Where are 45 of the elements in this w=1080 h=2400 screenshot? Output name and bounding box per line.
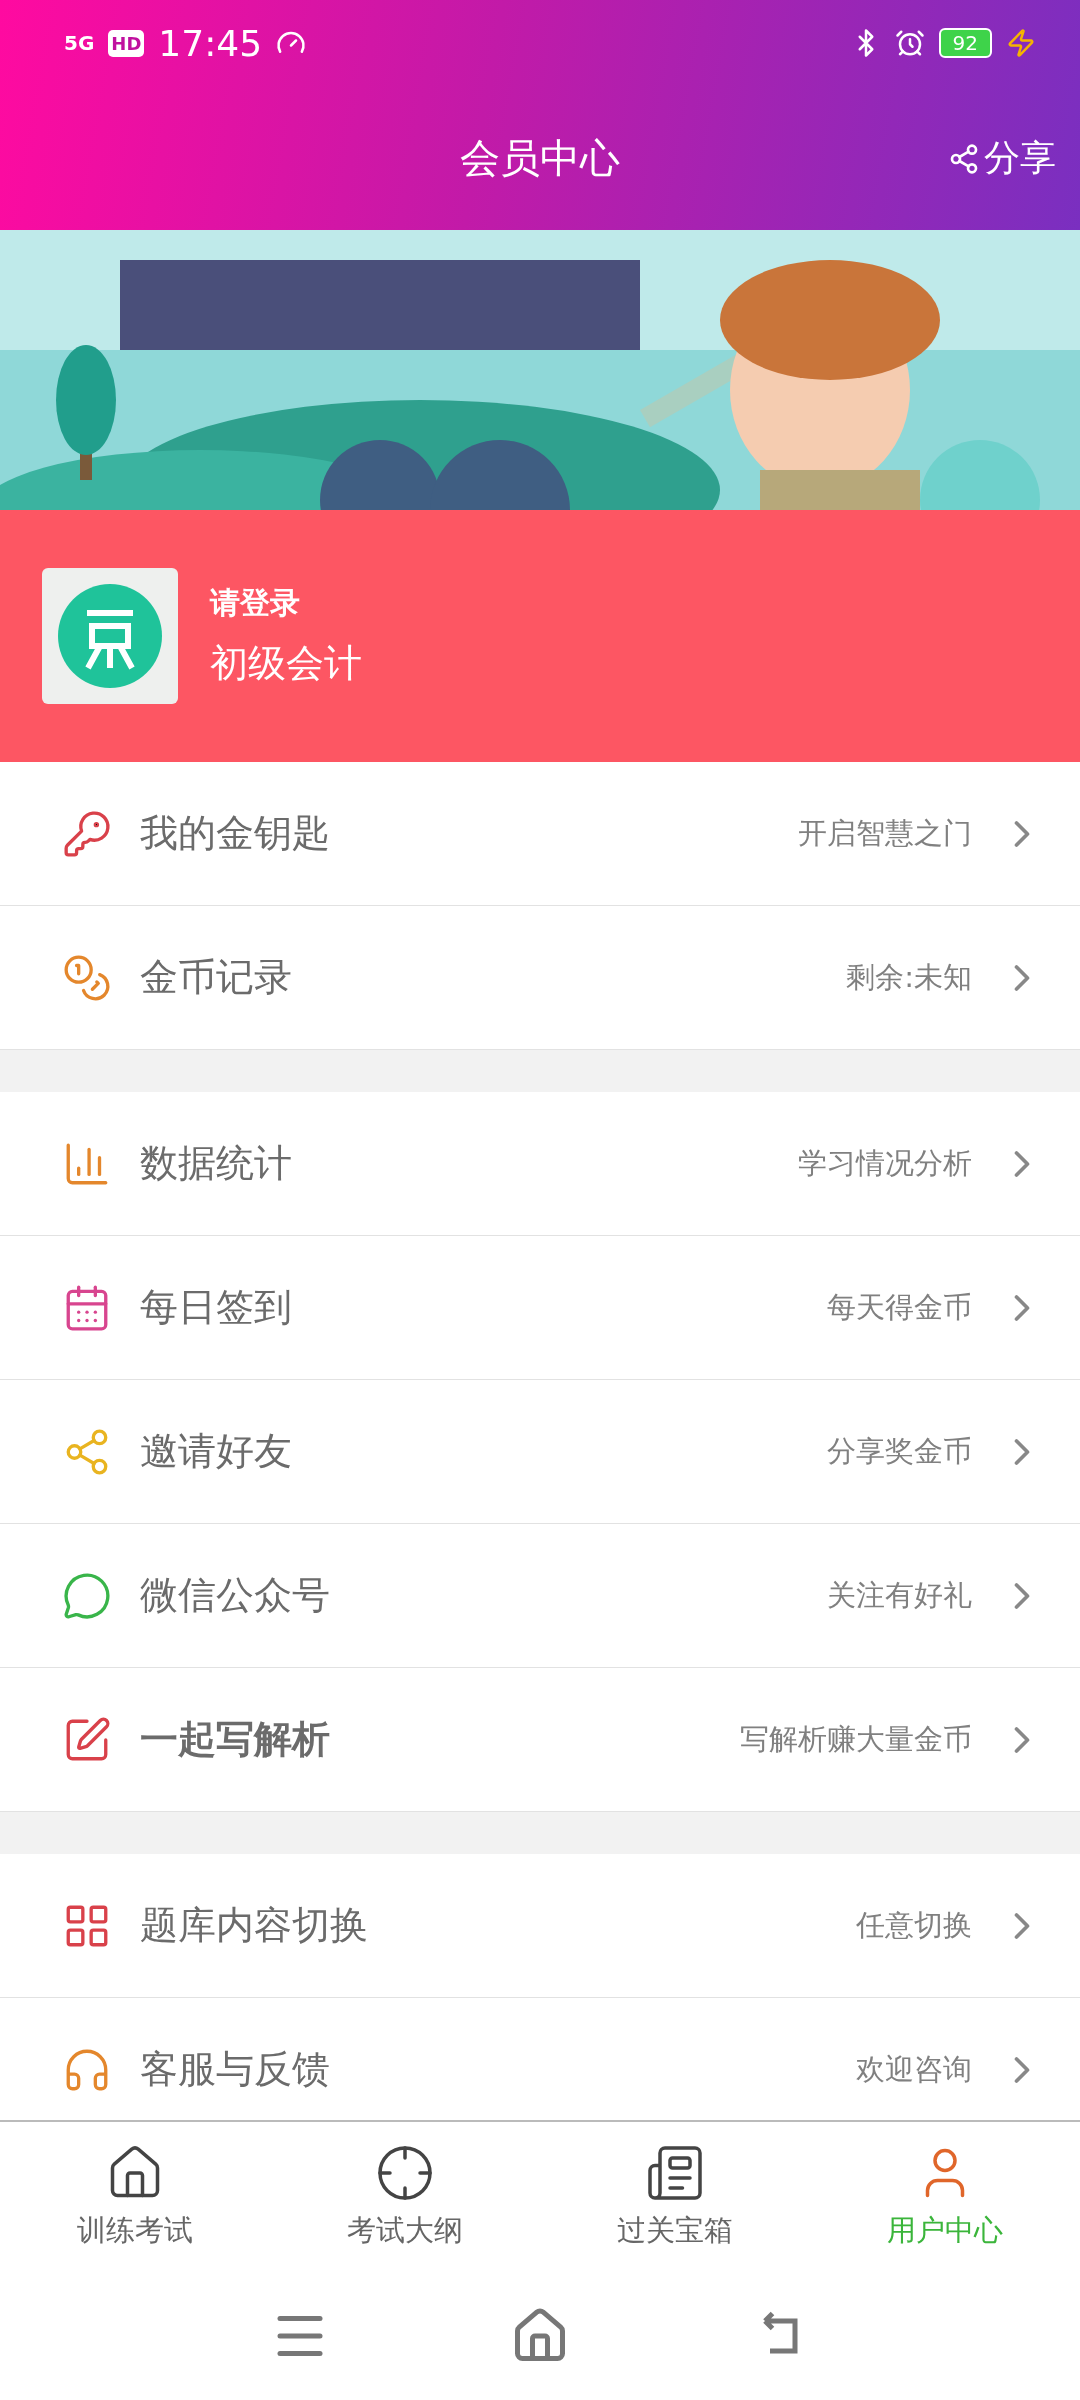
row-icon: [62, 1570, 112, 1621]
nav-tab[interactable]: 考试大纲: [270, 2122, 540, 2272]
row-hint: 关注有好礼: [827, 1576, 972, 1614]
menu-row[interactable]: 题库内容切换 任意切换: [0, 1854, 1080, 1998]
nav-tab[interactable]: 训练考试: [0, 2122, 270, 2272]
status-time: 17:45: [158, 22, 263, 64]
subject-name: 初级会计: [210, 640, 362, 687]
row-icon: [62, 808, 112, 859]
row-hint: 学习情况分析: [798, 1144, 972, 1182]
nav-tab[interactable]: 用户中心: [810, 2122, 1080, 2272]
menu-row[interactable]: 数据统计 学习情况分析: [0, 1092, 1080, 1236]
row-hint: 每天得金币: [827, 1288, 972, 1326]
share-button[interactable]: 分享: [944, 130, 1060, 187]
row-label: 一起写解析: [140, 1716, 331, 1763]
menu-row[interactable]: 一起写解析 写解析赚大量金币: [0, 1668, 1080, 1812]
row-label: 微信公众号: [140, 1572, 331, 1619]
charging-icon: [1006, 28, 1036, 58]
row-hint: 分享奖金币: [827, 1432, 972, 1470]
row-label: 邀请好友: [140, 1428, 293, 1475]
row-label: 我的金钥匙: [140, 810, 331, 857]
row-hint: 开启智慧之门: [798, 814, 972, 852]
row-label: 数据统计: [140, 1140, 293, 1187]
hd-badge: HD: [108, 29, 145, 57]
row-label: 题库内容切换: [140, 1902, 369, 1949]
login-prompt[interactable]: 请登录: [210, 583, 362, 624]
share-icon: [948, 142, 980, 175]
row-hint: 任意切换: [856, 1906, 972, 1944]
menu-row[interactable]: 我的金钥匙 开启智慧之门: [0, 762, 1080, 906]
menu-row[interactable]: 每日签到 每天得金币: [0, 1236, 1080, 1380]
row-hint: 剩余:未知: [846, 958, 972, 996]
menu-row[interactable]: 邀请好友 分享奖金币: [0, 1380, 1080, 1524]
row-hint: 写解析赚大量金币: [740, 1720, 972, 1758]
row-label: 金币记录: [140, 954, 293, 1001]
row-label: 客服与反馈: [140, 2046, 331, 2093]
page-title: 会员中心: [460, 133, 620, 183]
nav-tab[interactable]: 过关宝箱: [540, 2122, 810, 2272]
network-label: 5G: [64, 33, 95, 53]
row-hint: 欢迎咨询: [856, 2050, 972, 2088]
menu-row[interactable]: 微信公众号 关注有好礼: [0, 1524, 1080, 1668]
crosshair-icon: [375, 2143, 435, 2203]
row-label: 每日签到: [140, 1284, 293, 1331]
newspaper-icon: [645, 2143, 705, 2203]
battery-level: 92: [938, 28, 992, 58]
alarm-icon: [894, 28, 925, 58]
menu-row[interactable]: 金币记录 剩余:未知: [0, 906, 1080, 1050]
